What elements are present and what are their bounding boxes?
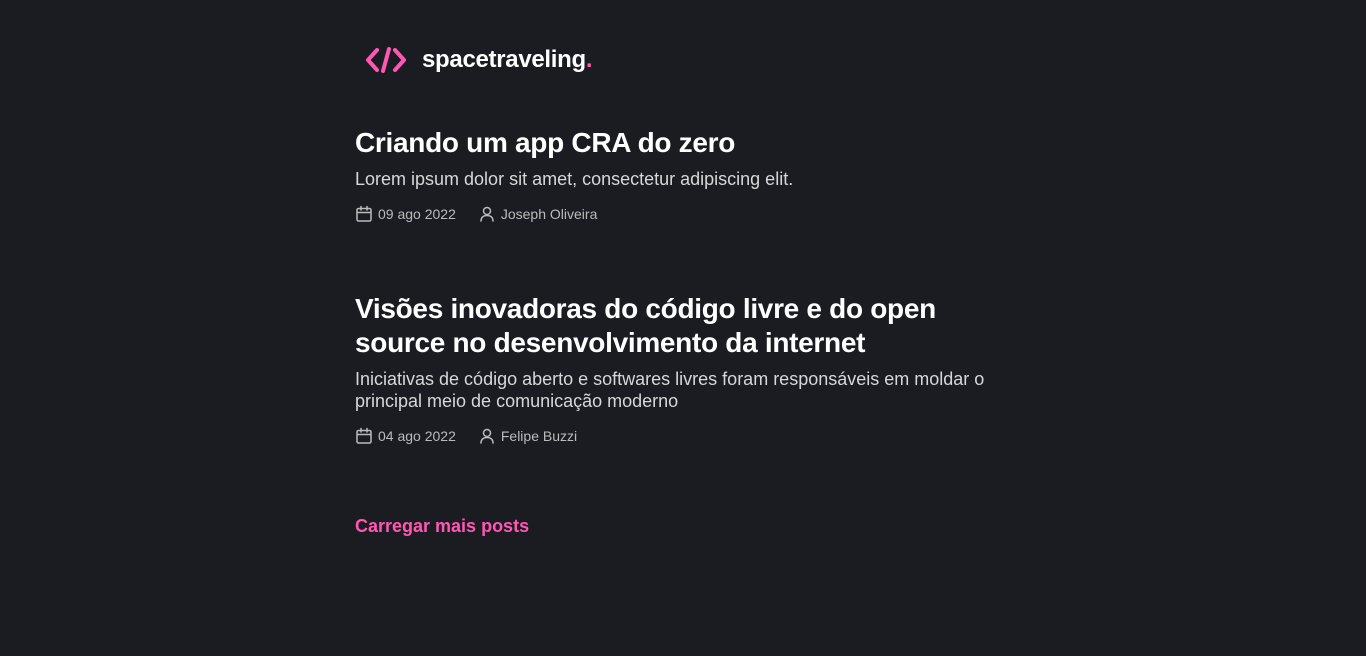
post-item[interactable]: Criando um app CRA do zero Lorem ipsum d… [355, 126, 1015, 224]
post-title[interactable]: Criando um app CRA do zero [355, 126, 1015, 160]
post-author: Felipe Buzzi [478, 426, 577, 446]
post-author-text: Felipe Buzzi [500, 428, 578, 444]
post-subtitle: Lorem ipsum dolor sit amet, consectetur … [355, 169, 794, 189]
post-date-text: 09 ago 2022 [378, 206, 456, 222]
logo-name: spacetraveling [422, 46, 586, 73]
post-title[interactable]: Visões inovadoras do código livre e do o… [355, 292, 1015, 360]
code-brackets-icon [365, 44, 407, 76]
logo-text[interactable]: spacetraveling. [422, 44, 593, 76]
post-author-text: Joseph Oliveira [500, 206, 598, 222]
post-date: 09 ago 2022 [355, 204, 456, 224]
user-icon [480, 206, 494, 222]
post-date: 04 ago 2022 [355, 426, 456, 446]
load-more-button[interactable]: Carregar mais posts [355, 514, 529, 538]
post-info: 04 ago 2022 Felipe Buzzi [355, 426, 1015, 446]
logo-dot: . [585, 46, 593, 73]
post-subtitle: Iniciativas de código aberto e softwares… [355, 369, 985, 411]
user-icon [480, 428, 494, 444]
post-item[interactable]: Visões inovadoras do código livre e do o… [355, 292, 1015, 446]
calendar-icon [356, 205, 372, 222]
post-author: Joseph Oliveira [478, 204, 598, 224]
post-info: 09 ago 2022 Joseph Oliveira [355, 204, 1015, 224]
post-date-text: 04 ago 2022 [378, 428, 456, 444]
calendar-icon [356, 427, 372, 444]
header: spacetraveling. [365, 44, 593, 76]
